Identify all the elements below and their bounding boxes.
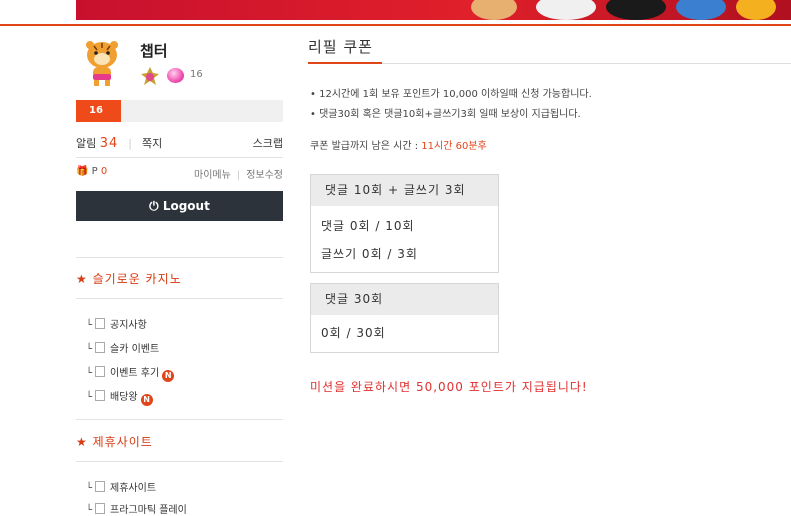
mission-box-comment-post: 댓글 10회 + 글쓰기 3회 댓글 0회 / 10회 글쓰기 0회 / 3회 bbox=[310, 174, 499, 273]
point-row: 🎁 P 0 마이메뉴 | 정보수정 bbox=[76, 166, 283, 181]
point-value: 0 bbox=[100, 166, 108, 177]
divider bbox=[76, 257, 283, 258]
remaining-value: 11시간 60분후 bbox=[421, 141, 487, 152]
edit-info-link[interactable]: 정보수정 bbox=[246, 170, 283, 181]
sidebar-item-label: 공지사항 bbox=[110, 320, 147, 331]
point-label: P bbox=[91, 166, 98, 177]
sidebar-item-partner[interactable]: └ 제휴사이트 bbox=[86, 479, 156, 494]
sidebar-item-event-review[interactable]: └ 이벤트 후기 N bbox=[86, 364, 175, 382]
document-icon bbox=[95, 390, 106, 401]
nickname: 챕터 bbox=[140, 42, 168, 60]
section-casino-title[interactable]: ★ 슬기로운 카지노 bbox=[76, 270, 182, 287]
reward-message: 미션을 완료하시면 50,000 포인트가 지급됩니다! bbox=[310, 380, 588, 394]
divider bbox=[76, 157, 283, 158]
banner-figure bbox=[471, 0, 517, 20]
divider bbox=[76, 461, 283, 462]
alarm-link[interactable]: 알림 34 bbox=[76, 136, 119, 151]
top-banner[interactable] bbox=[76, 0, 791, 20]
sidebar-item-label: 제휴사이트 bbox=[110, 483, 157, 494]
banner-figure bbox=[736, 0, 776, 20]
new-badge: N bbox=[162, 370, 175, 382]
level-bar: 16 bbox=[76, 100, 283, 122]
mission-progress: 댓글 0회 / 10회 bbox=[321, 219, 415, 233]
mission-header: 댓글 30회 bbox=[311, 284, 498, 315]
logout-button[interactable]: ⏻ Logout bbox=[76, 191, 283, 221]
notice-line: • 12시간에 1회 보유 포인트가 10,000 이하일때 신청 가능합니다. bbox=[310, 89, 592, 100]
divider bbox=[76, 419, 283, 420]
sidebar-item-notice[interactable]: └ 공지사항 bbox=[86, 316, 147, 331]
sidebar-item-label: 배당왕 bbox=[110, 392, 138, 403]
scrap-link[interactable]: 스크랩 bbox=[253, 135, 283, 151]
tiger-avatar-icon bbox=[86, 41, 118, 86]
item-count: 16 bbox=[190, 69, 203, 80]
divider bbox=[76, 298, 283, 299]
document-icon bbox=[95, 318, 106, 329]
section-partner-title[interactable]: ★ 제휴사이트 bbox=[76, 433, 153, 450]
my-menu-link[interactable]: 마이메뉴 bbox=[194, 170, 231, 181]
alarm-count: 34 bbox=[99, 136, 119, 151]
notice-line: • 댓글30회 혹은 댓글10회+글쓰기3회 일때 보상이 지급됩니다. bbox=[310, 109, 581, 120]
banner-figure bbox=[676, 0, 726, 20]
mission-progress: 글쓰기 0회 / 3회 bbox=[321, 247, 418, 261]
banner-figure bbox=[536, 0, 596, 20]
new-badge: N bbox=[140, 394, 153, 406]
user-links-row: 알림 34 | 쪽지 스크랩 bbox=[76, 135, 283, 151]
remaining-time: 쿠폰 발급까지 남은 시간 : 11시간 60분후 bbox=[310, 137, 487, 152]
sidebar-item-dividend-king[interactable]: └ 배당왕 N bbox=[86, 388, 153, 406]
power-icon: ⏻ bbox=[149, 199, 159, 213]
level-value: 16 bbox=[76, 100, 121, 122]
banner-figure bbox=[606, 0, 666, 20]
sidebar-item-label: 이벤트 후기 bbox=[110, 368, 160, 379]
document-icon bbox=[95, 342, 106, 353]
note-link[interactable]: 쪽지 bbox=[142, 137, 162, 150]
sidebar-item-label: 프라그마틱 플레이 bbox=[110, 505, 187, 516]
logout-label: Logout bbox=[162, 199, 210, 213]
sidebar-item-event[interactable]: └ 슬카 이벤트 bbox=[86, 340, 159, 355]
sidebar-item-label: 슬카 이벤트 bbox=[110, 344, 160, 355]
alarm-label: 알림 bbox=[76, 137, 97, 150]
candy-icon bbox=[167, 68, 184, 83]
page-title: 리필 쿠폰 bbox=[308, 38, 373, 56]
remaining-label: 쿠폰 발급까지 남은 시간 : bbox=[310, 141, 419, 152]
gift-icon: 🎁 bbox=[76, 166, 89, 177]
mission-header: 댓글 10회 + 글쓰기 3회 bbox=[311, 175, 498, 206]
level-badge-icon bbox=[141, 67, 159, 85]
title-underline bbox=[308, 62, 382, 64]
document-icon bbox=[95, 481, 106, 492]
document-icon bbox=[95, 366, 106, 377]
mission-box-comment: 댓글 30회 0회 / 30회 bbox=[310, 283, 499, 353]
header-divider bbox=[0, 24, 791, 26]
mission-progress: 0회 / 30회 bbox=[321, 326, 386, 340]
